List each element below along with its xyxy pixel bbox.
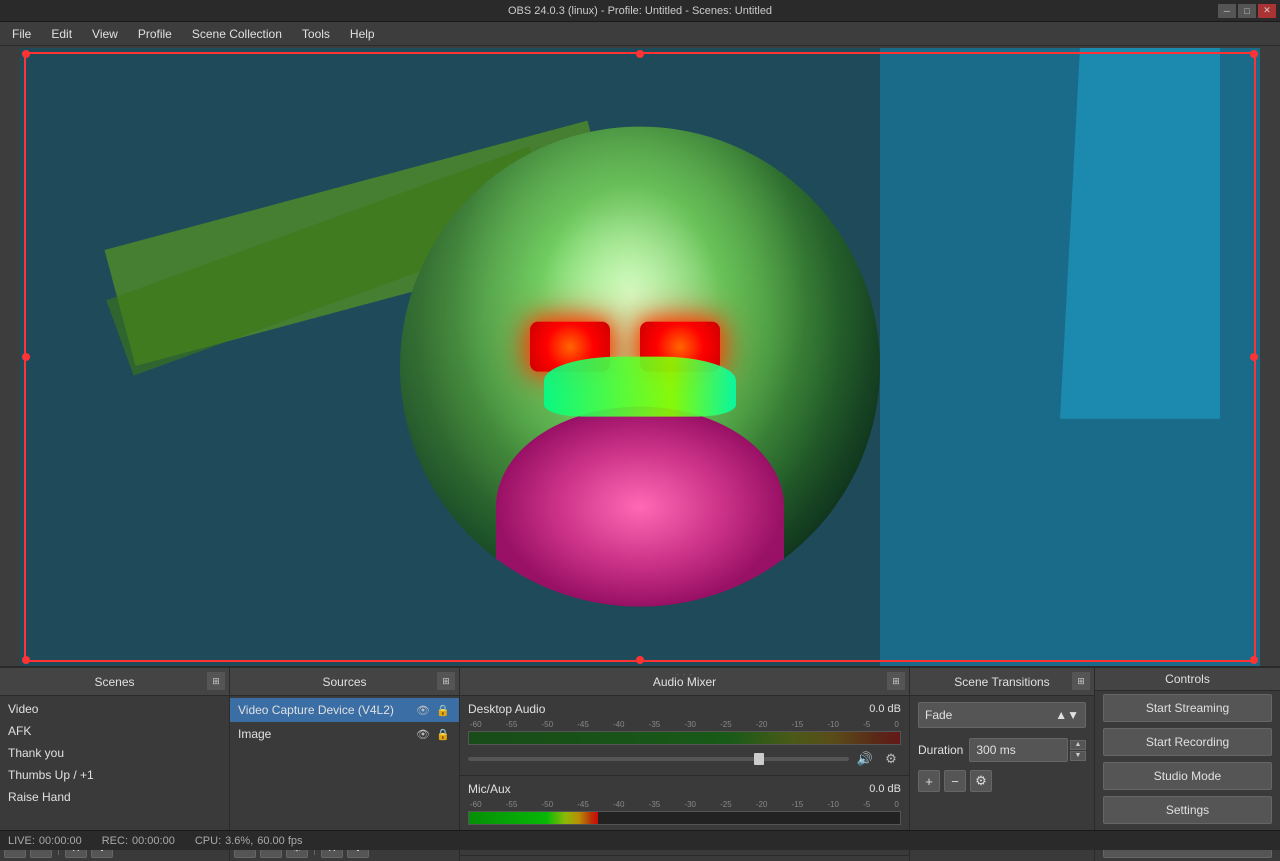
controls-header: Controls <box>1095 668 1280 691</box>
cpu-value: 3.6%, <box>225 835 253 847</box>
duration-label: Duration <box>918 743 963 757</box>
list-item[interactable]: Raise Hand <box>0 786 229 808</box>
webcam-circle <box>400 127 880 607</box>
list-item[interactable]: Video Capture Device (V4L2) 👁 🔒 <box>230 698 459 722</box>
scenes-expand-button[interactable]: ⊞ <box>207 672 225 690</box>
duration-spinner: ▲ ▼ <box>1070 740 1086 761</box>
desktop-audio-scale: -60-55-50-45-40-35-30-25-20-15-10-50 <box>468 720 901 729</box>
transition-selected-label: Fade <box>925 708 952 722</box>
list-item[interactable]: AFK <box>0 720 229 742</box>
duration-input[interactable]: 300 ms <box>969 738 1068 762</box>
live-status: LIVE: 00:00:00 <box>8 835 82 847</box>
mic-aux-bar <box>469 812 598 824</box>
source-eye-icon[interactable]: 👁 <box>415 702 431 718</box>
duration-value: 300 ms <box>976 743 1015 757</box>
duration-up-button[interactable]: ▲ <box>1070 740 1086 750</box>
cpu-label: CPU: <box>195 835 221 847</box>
shirt-area <box>496 407 784 607</box>
desktop-audio-settings-button[interactable]: ⚙ <box>881 749 901 769</box>
transitions-settings-button[interactable]: ⚙ <box>970 770 992 792</box>
source-label: Video Capture Device (V4L2) <box>238 703 394 717</box>
mic-aux-db: 0.0 dB <box>869 783 901 795</box>
duration-down-button[interactable]: ▼ <box>1070 751 1086 761</box>
live-label: LIVE: <box>8 835 35 847</box>
source-icons: 👁 🔒 <box>415 702 451 718</box>
sources-list: Video Capture Device (V4L2) 👁 🔒 Image 👁 … <box>230 696 459 831</box>
live-time: 00:00:00 <box>39 835 82 847</box>
rec-label: REC: <box>102 835 128 847</box>
collar-area <box>544 357 736 417</box>
desktop-audio-volume-slider[interactable] <box>468 757 849 761</box>
desktop-audio-volume-thumb[interactable] <box>754 753 764 765</box>
source-lock-icon[interactable]: 🔒 <box>435 702 451 718</box>
scenes-title: Scenes <box>94 675 134 689</box>
scene-transitions-header: Scene Transitions ⊞ <box>910 668 1094 696</box>
transitions-expand-button[interactable]: ⊞ <box>1072 672 1090 690</box>
webcam-face <box>400 127 880 607</box>
mic-aux-header: Mic/Aux 0.0 dB <box>468 782 901 796</box>
source-eye-icon[interactable]: 👁 <box>415 726 431 742</box>
menu-item-file[interactable]: File <box>4 25 39 43</box>
cpu-status: CPU: 3.6%, 60.00 fps <box>195 835 303 847</box>
title-bar: OBS 24.0.3 (linux) - Profile: Untitled -… <box>0 0 1280 22</box>
source-lock-icon[interactable]: 🔒 <box>435 726 451 742</box>
list-item[interactable]: Image 👁 🔒 <box>230 722 459 746</box>
drag-handle: · · · <box>676 670 693 679</box>
scene-transitions-title: Scene Transitions <box>954 675 1049 689</box>
audio-mixer-header: · · · Audio Mixer ⊞ <box>460 668 909 696</box>
scenes-list: Video AFK Thank you Thumbs Up / +1 Raise… <box>0 696 229 831</box>
transitions-toolbar: + − ⚙ <box>910 766 1094 796</box>
desktop-audio-track: Desktop Audio 0.0 dB -60-55-50-45-40-35-… <box>460 696 909 776</box>
desktop-audio-meter <box>468 731 901 745</box>
menu-item-tools[interactable]: Tools <box>294 25 338 43</box>
menu-item-edit[interactable]: Edit <box>43 25 80 43</box>
transitions-remove-button[interactable]: − <box>944 770 966 792</box>
mic-aux-meter <box>468 811 901 825</box>
rec-status: REC: 00:00:00 <box>102 835 175 847</box>
menu-item-help[interactable]: Help <box>342 25 383 43</box>
audio-mixer-expand-button[interactable]: ⊞ <box>887 672 905 690</box>
controls-title: Controls <box>1165 672 1210 686</box>
list-item[interactable]: Video <box>0 698 229 720</box>
desktop-audio-label: Desktop Audio <box>468 702 545 716</box>
minimize-button[interactable]: ─ <box>1218 4 1236 18</box>
source-label: Image <box>238 727 271 741</box>
desktop-audio-controls: 🔊 ⚙ <box>468 749 901 769</box>
list-item[interactable]: Thank you <box>0 742 229 764</box>
transition-dropdown-icon: ▲▼ <box>1055 708 1079 722</box>
transition-select[interactable]: Fade ▲▼ <box>918 702 1086 728</box>
sources-title: Sources <box>322 675 366 689</box>
menu-item-view[interactable]: View <box>84 25 126 43</box>
menu-bar: File Edit View Profile Scene Collection … <box>0 22 1280 46</box>
sources-header: Sources ⊞ <box>230 668 459 696</box>
title-text: OBS 24.0.3 (linux) - Profile: Untitled -… <box>508 5 772 17</box>
transitions-add-button[interactable]: + <box>918 770 940 792</box>
status-bar: LIVE: 00:00:00 REC: 00:00:00 CPU: 3.6%, … <box>0 830 1280 850</box>
menu-item-profile[interactable]: Profile <box>130 25 180 43</box>
fps-value: 60.00 fps <box>257 835 302 847</box>
desktop-audio-header: Desktop Audio 0.0 dB <box>468 702 901 716</box>
mic-aux-label: Mic/Aux <box>468 782 511 796</box>
studio-mode-button[interactable]: Studio Mode <box>1103 762 1272 790</box>
desktop-audio-bar <box>469 732 900 744</box>
preview-container <box>20 48 1260 666</box>
start-recording-button[interactable]: Start Recording <box>1103 728 1272 756</box>
close-button[interactable]: ✕ <box>1258 4 1276 18</box>
sources-expand-button[interactable]: ⊞ <box>437 672 455 690</box>
start-streaming-button[interactable]: Start Streaming <box>1103 694 1272 722</box>
maximize-button[interactable]: □ <box>1238 4 1256 18</box>
duration-row: Duration 300 ms ▲ ▼ <box>910 734 1094 766</box>
desktop-audio-db: 0.0 dB <box>869 703 901 715</box>
menu-item-scene-collection[interactable]: Scene Collection <box>184 25 290 43</box>
list-item[interactable]: Thumbs Up / +1 <box>0 764 229 786</box>
source-icons: 👁 🔒 <box>415 726 451 742</box>
scenes-header: Scenes ⊞ <box>0 668 229 696</box>
settings-button[interactable]: Settings <box>1103 796 1272 824</box>
rec-time: 00:00:00 <box>132 835 175 847</box>
desktop-audio-mute-button[interactable]: 🔊 <box>855 749 875 769</box>
mic-aux-scale: -60-55-50-45-40-35-30-25-20-15-10-50 <box>468 800 901 809</box>
